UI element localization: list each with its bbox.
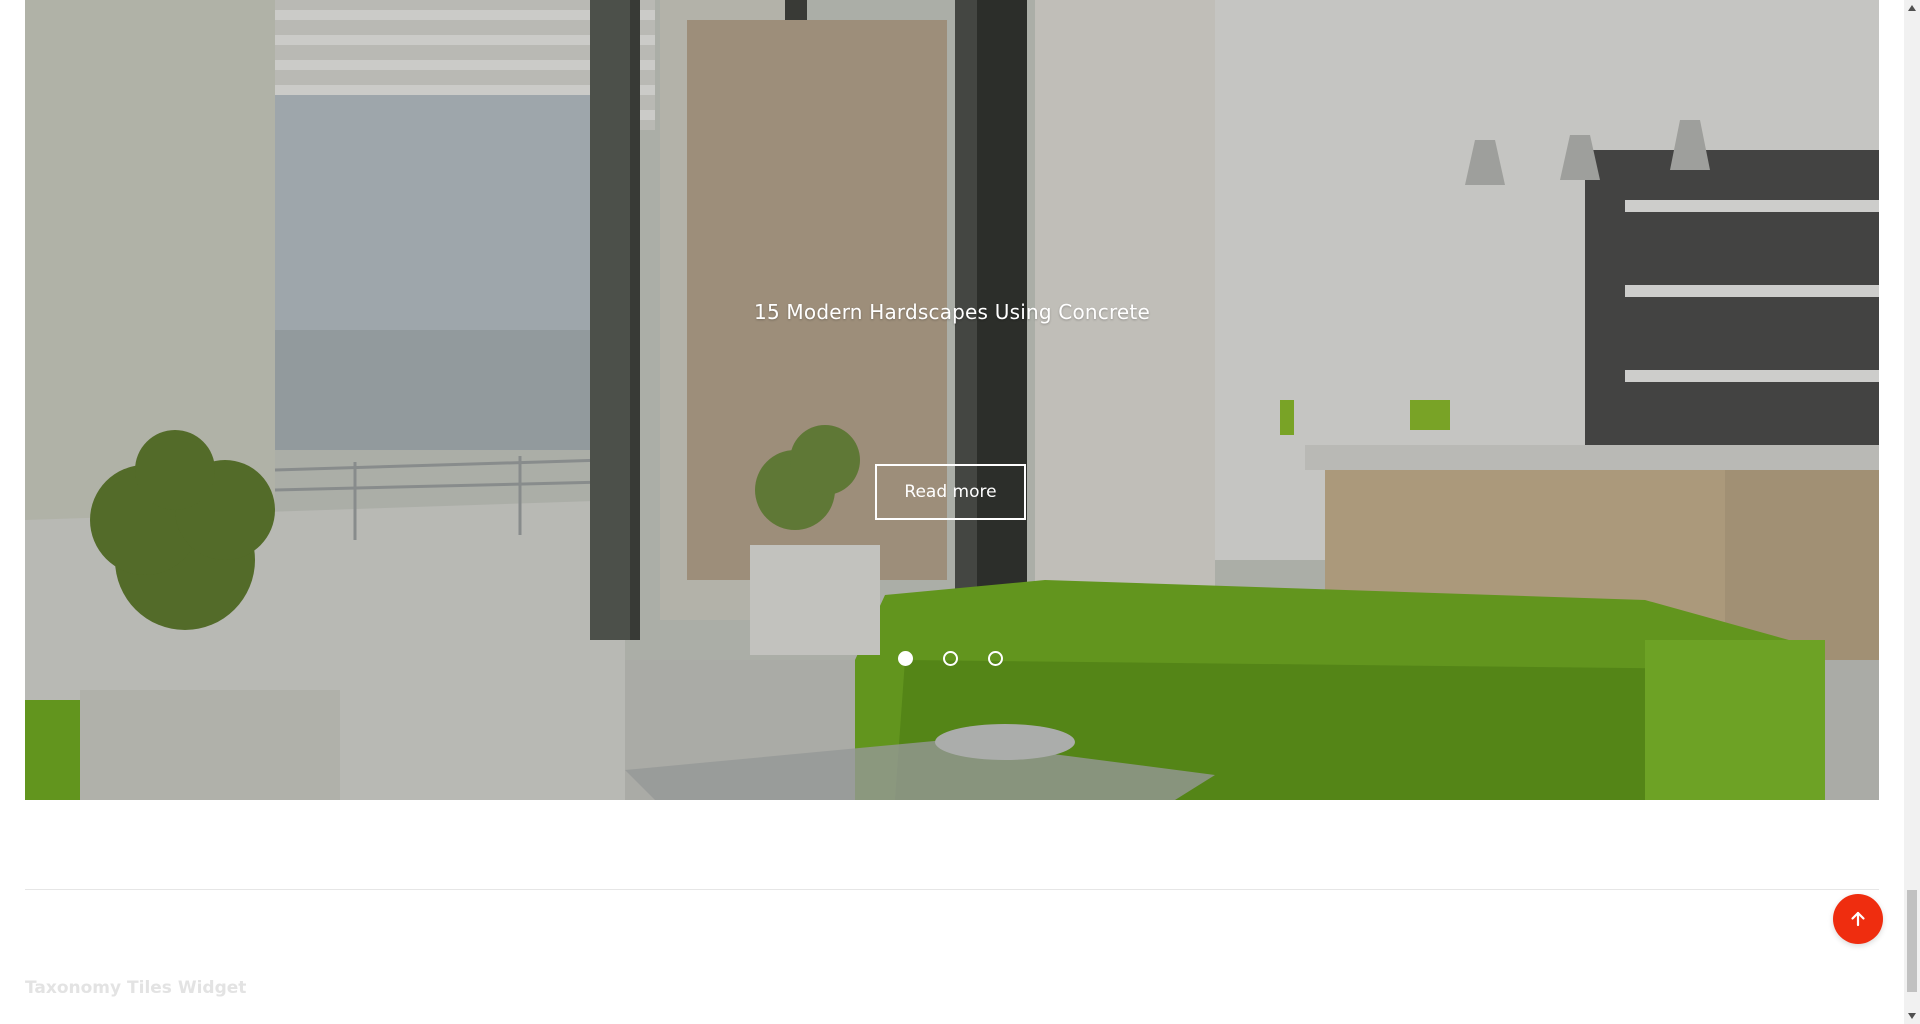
vertical-scrollbar[interactable] (1904, 0, 1920, 1024)
read-more-button[interactable]: Read more (875, 464, 1026, 520)
scroll-down-arrow-icon[interactable] (1904, 1008, 1920, 1024)
slider-pagination (898, 651, 1003, 666)
slider-dot-1[interactable] (898, 651, 913, 666)
slider-dot-3[interactable] (988, 651, 1003, 666)
scroll-up-arrow-icon[interactable] (1904, 0, 1920, 16)
arrow-up-icon (1851, 911, 1865, 927)
hero-overlay (25, 0, 1879, 800)
widget-title: Taxonomy Tiles Widget (25, 978, 247, 998)
slider-dot-2[interactable] (943, 651, 958, 666)
section-divider (25, 889, 1879, 890)
back-to-top-button[interactable] (1833, 894, 1883, 944)
hero-slider: 15 Modern Hardscapes Using Concrete Read… (25, 0, 1879, 800)
page: 15 Modern Hardscapes Using Concrete Read… (0, 0, 1920, 1024)
scrollbar-thumb[interactable] (1907, 890, 1917, 992)
slide-title[interactable]: 15 Modern Hardscapes Using Concrete (25, 300, 1879, 324)
